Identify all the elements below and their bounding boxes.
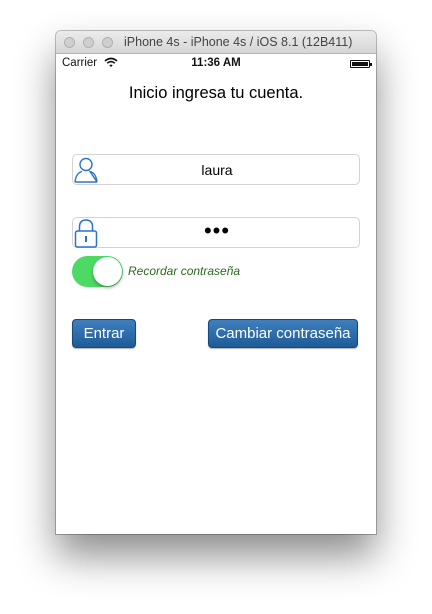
close-window-button[interactable] <box>64 37 75 48</box>
simulator-window: iPhone 4s - iPhone 4s / iOS 8.1 (12B411)… <box>56 31 376 534</box>
enter-button[interactable]: Entrar <box>72 319 136 348</box>
toggle-knob <box>93 257 122 286</box>
window-titlebar: iPhone 4s - iPhone 4s / iOS 8.1 (12B411) <box>56 31 376 54</box>
status-time: 11:36 AM <box>191 57 241 69</box>
remember-password-label: Recordar contraseña <box>128 264 241 278</box>
change-password-button[interactable]: Cambiar contraseña <box>208 319 358 348</box>
password-value: ••• <box>203 218 231 243</box>
page-title: Inicio ingresa tu cuenta. <box>128 84 304 102</box>
window-title: iPhone 4s - iPhone 4s / iOS 8.1 (12B411) <box>124 35 353 49</box>
remember-password-toggle[interactable] <box>72 256 123 287</box>
password-field[interactable]: ••• <box>72 217 360 248</box>
battery-icon <box>350 60 372 68</box>
username-field[interactable]: laura <box>72 154 360 185</box>
zoom-window-button[interactable] <box>102 37 113 48</box>
username-value: laura <box>201 162 233 178</box>
minimize-window-button[interactable] <box>83 37 94 48</box>
status-bar: Carrier 11:36 AM <box>56 54 376 72</box>
